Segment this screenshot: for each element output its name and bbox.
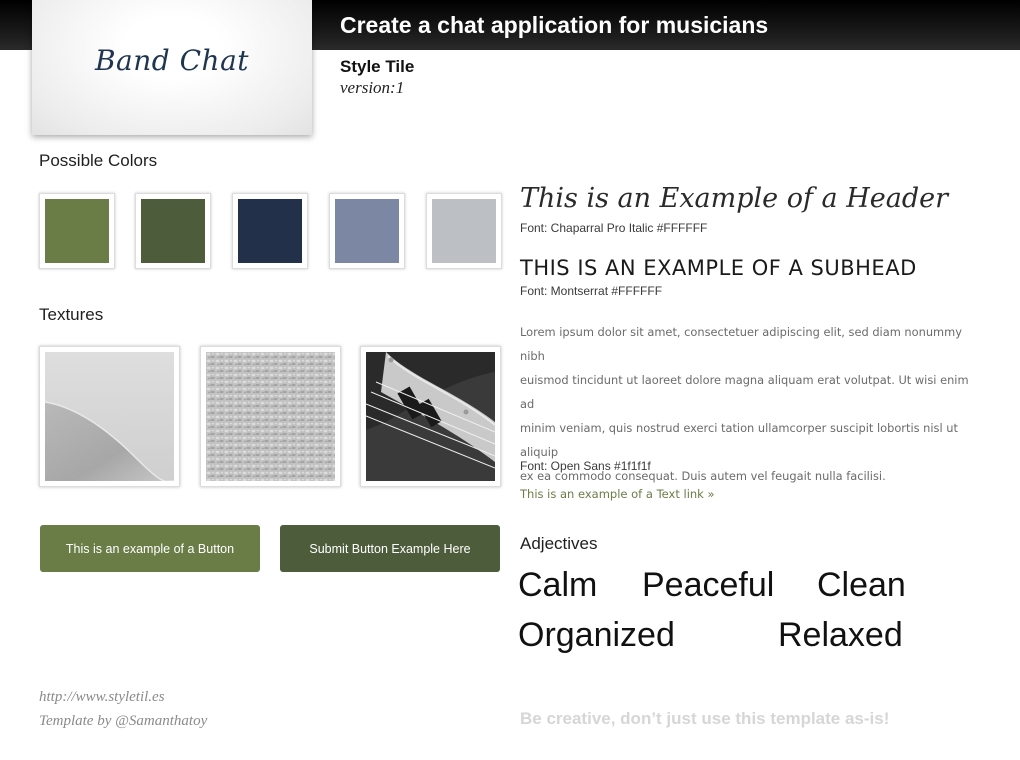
version-label: version:1 [340,78,405,97]
adjective-word: Peaceful [642,566,775,604]
swatch-fill [432,199,496,263]
adjective-word: Relaxed [778,616,903,654]
color-swatch-light-gray [426,193,502,269]
colors-heading: Possible Colors [39,151,158,170]
style-tile-label: Style Tile [340,57,415,76]
subhead-font-note: Font: Montserrat #FFFFFF [520,284,663,298]
sand-dune-texture [39,346,180,487]
header-font-note: Font: Chaparral Pro Italic #FFFFFF [520,221,708,235]
bass-guitar-image [366,352,495,481]
body-text-line: euismod tincidunt ut laoreet dolore magn… [520,373,969,411]
color-swatch-green [39,193,115,269]
bass-guitar-texture [360,346,501,487]
body-text-line: Lorem ipsum dolor sit amet, consectetuer… [520,325,962,363]
swatch-fill [238,199,302,263]
submit-button[interactable]: Submit Button Example Here [280,525,500,572]
textures-heading: Textures [39,305,104,324]
gravel-texture [200,346,341,487]
example-header: This is an Example of a Header [520,183,949,214]
gravel-image [206,352,335,481]
color-swatch-dark-green [135,193,211,269]
footer-credit: Template by @Samanthatoy [39,713,208,729]
logo-text: Band Chat [94,44,250,77]
adjectives-heading: Adjectives [520,534,598,553]
example-button[interactable]: This is an example of a Button [40,525,260,572]
body-text-line: minim veniam, quis nostrud exerci tation… [520,421,958,459]
adjective-word: Organized [518,616,675,654]
adjective-word: Calm [518,566,598,604]
footer-url: http://www.styletil.es [39,689,165,705]
page-title: Create a chat application for musicians [340,12,769,38]
sand-dune-image [45,352,174,481]
body-font-note: Font: Open Sans #1f1f1f [520,459,651,473]
logo-card: Band Chat [32,0,312,135]
swatch-fill [335,199,399,263]
example-text-link[interactable]: This is an example of a Text link » [520,487,715,501]
swatch-fill [45,199,109,263]
adjective-word: Clean [817,566,906,604]
color-swatch-navy [232,193,308,269]
color-swatch-slate-blue [329,193,405,269]
footer-tagline: Be creative, don’t just use this templat… [520,709,890,728]
swatch-fill [141,199,205,263]
example-subhead: THIS IS AN EXAMPLE OF A SUBHEAD [520,256,917,280]
